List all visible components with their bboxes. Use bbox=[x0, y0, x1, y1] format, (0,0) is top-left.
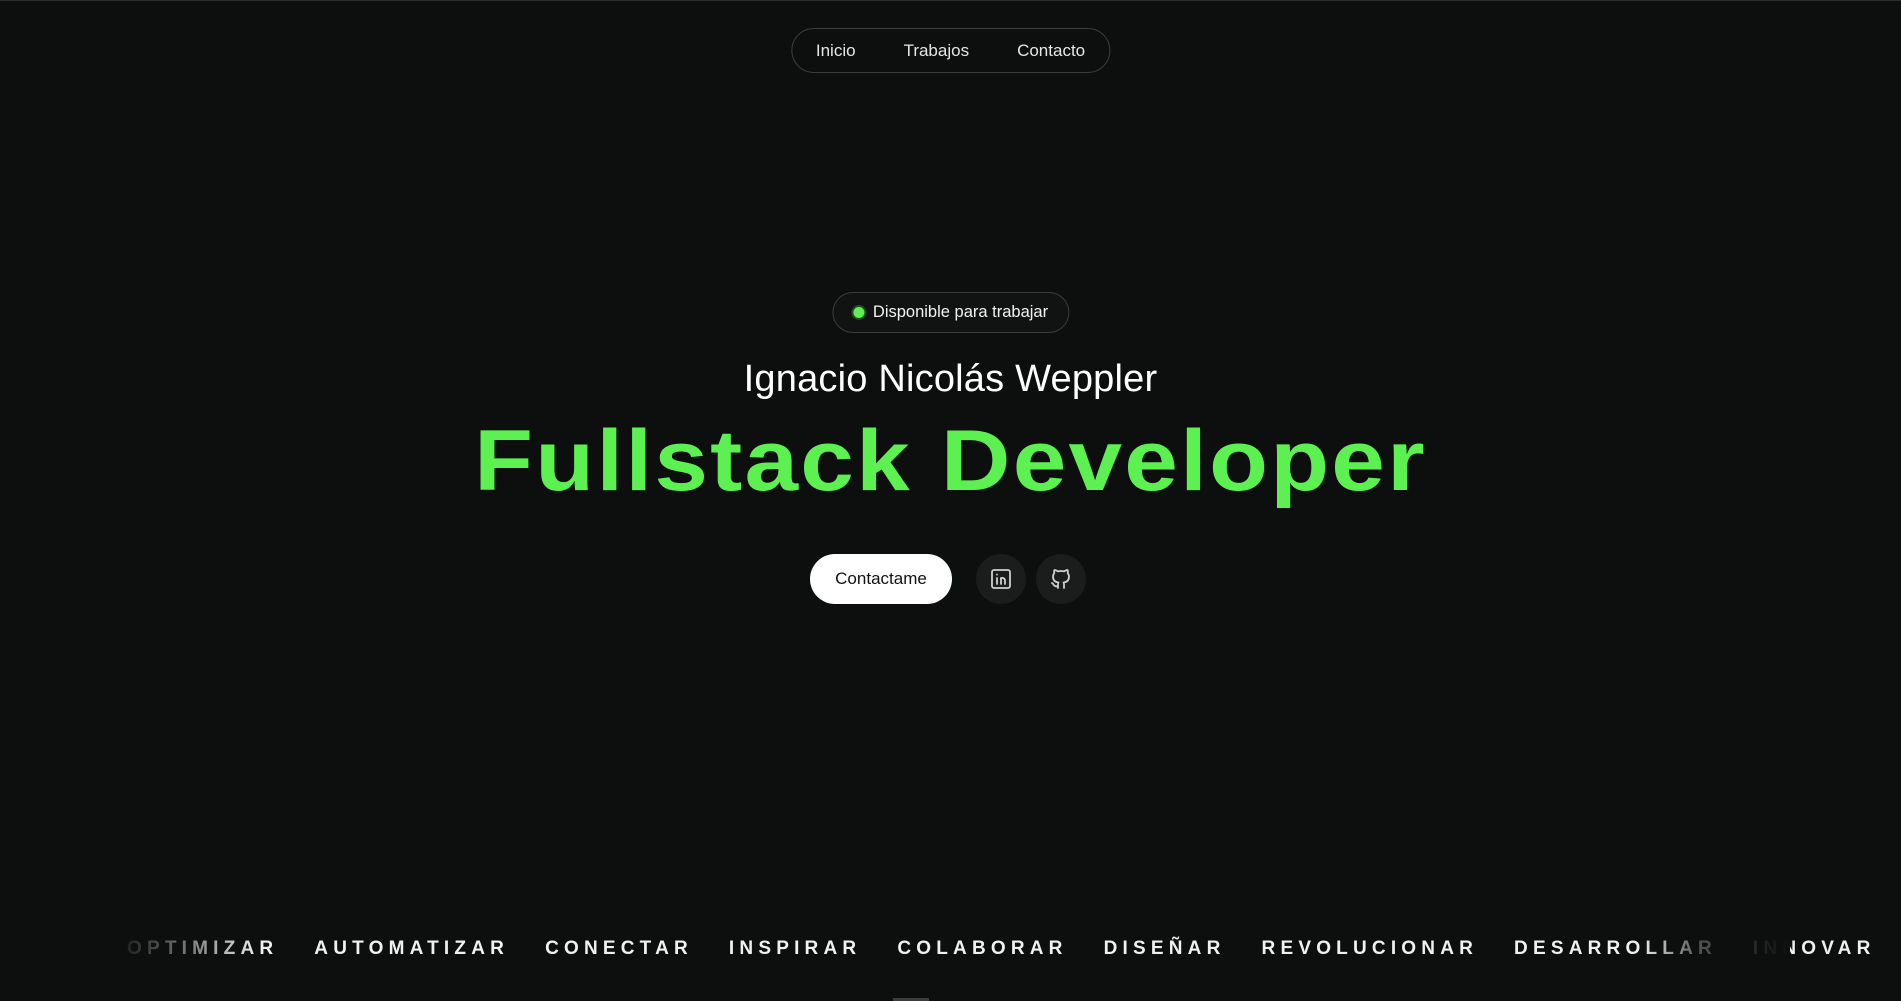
status-dot-icon bbox=[852, 307, 864, 318]
hero-actions: Contactame bbox=[810, 553, 1096, 605]
linkedin-icon bbox=[991, 569, 1011, 589]
github-link[interactable] bbox=[1036, 554, 1086, 604]
marquee-word: CONECTAR bbox=[545, 938, 693, 959]
developer-name: Ignacio Nicolás Weppler bbox=[743, 358, 1158, 400]
contact-button[interactable]: Contactame bbox=[810, 554, 952, 604]
marquee-word: INNOVAR bbox=[1752, 938, 1876, 959]
github-icon bbox=[1051, 569, 1070, 589]
main-nav: Inicio Trabajos Contacto bbox=[790, 28, 1111, 73]
marquee-track: OPTIMIZAR AUTOMATIZAR CONECTAR INSPIRAR … bbox=[127, 931, 1901, 967]
nav-link-trabajos[interactable]: Trabajos bbox=[880, 28, 994, 73]
skills-marquee: OPTIMIZAR AUTOMATIZAR CONECTAR INSPIRAR … bbox=[0, 931, 1901, 967]
marquee-word: OPTIMIZAR bbox=[127, 938, 279, 959]
nav-link-contacto[interactable]: Contacto bbox=[993, 28, 1085, 73]
linkedin-link[interactable] bbox=[976, 554, 1026, 604]
marquee-word: AUTOMATIZAR bbox=[314, 938, 510, 959]
marquee-word: INSPIRAR bbox=[728, 938, 862, 959]
nav-link-inicio[interactable]: Inicio bbox=[816, 28, 880, 73]
availability-text: Disponible para trabajar bbox=[872, 303, 1049, 321]
marquee-word: COLABORAR bbox=[897, 938, 1068, 959]
role-title: Fullstack Developer bbox=[474, 413, 1427, 509]
marquee-word: DESARROLLAR bbox=[1514, 938, 1717, 959]
availability-badge: Disponible para trabajar bbox=[831, 292, 1070, 333]
marquee-word: REVOLUCIONAR bbox=[1261, 938, 1479, 959]
marquee-word: DISEÑAR bbox=[1103, 938, 1226, 959]
